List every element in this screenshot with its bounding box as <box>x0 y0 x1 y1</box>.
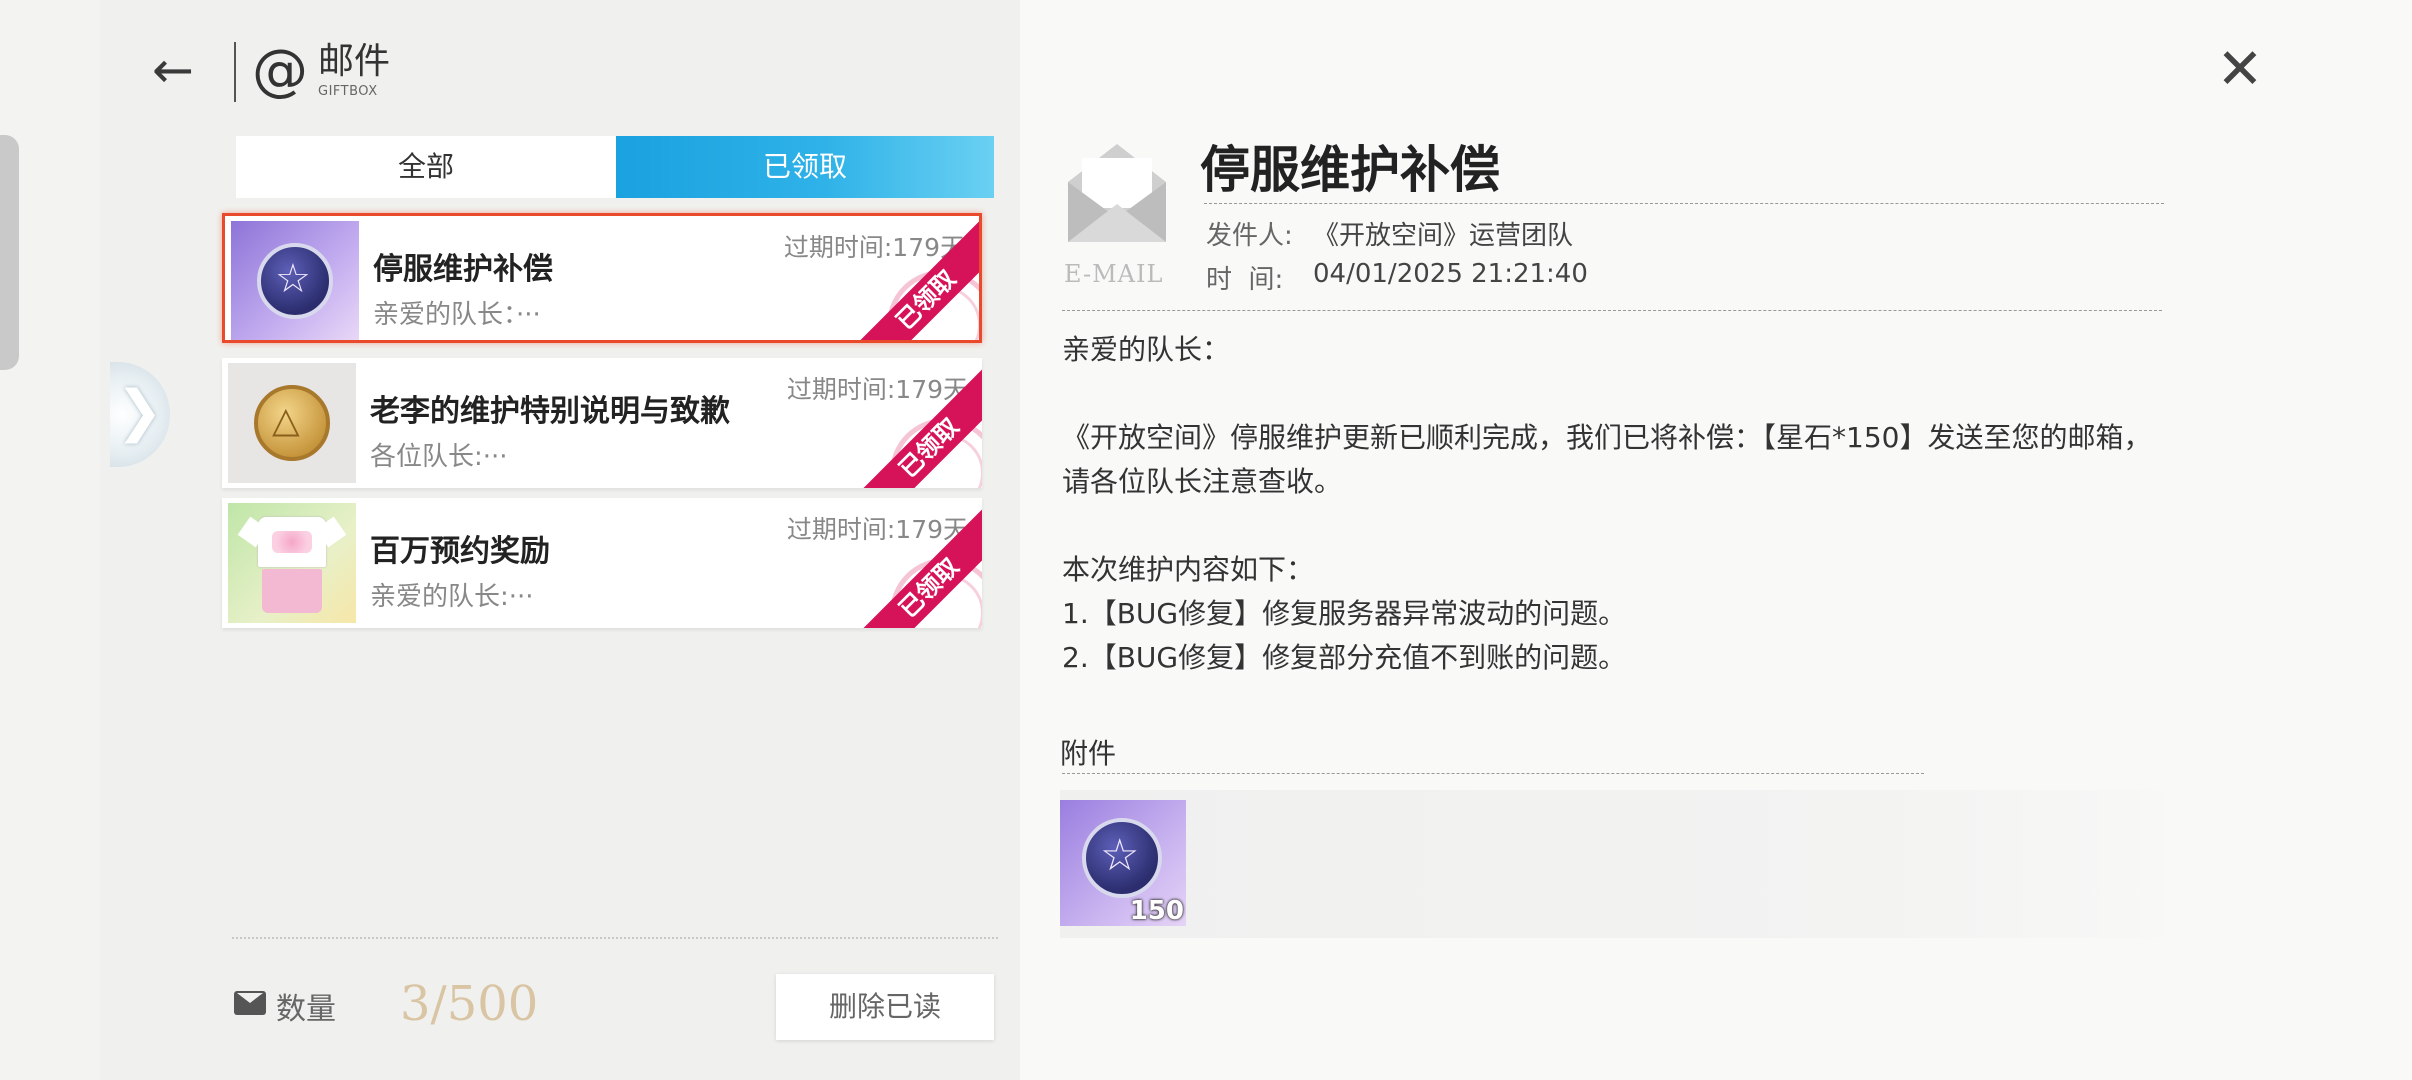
mail-detail-title: 停服维护补偿 <box>1200 140 1500 199</box>
mail-count-label: 数量 <box>276 992 336 1027</box>
mail-item[interactable]: △ 老李的维护特别说明与致歉 各位队长:··· 过期时间:179天 已领取 <box>222 358 982 488</box>
mail-expire-time: 过期时间:179天 <box>786 515 968 544</box>
outfit-icon <box>228 503 356 623</box>
mail-title: 百万预约奖励 <box>370 534 550 569</box>
mail-count-value: 3/500 <box>400 976 539 1032</box>
sender-value: 《开放空间》运营团队 <box>1313 221 1574 251</box>
star-glyph: ☆ <box>1100 830 1140 881</box>
mail-item[interactable]: ☆ 停服维护补偿 亲爱的队长：··· 过期时间:179天 已领取 <box>222 213 982 343</box>
mail-body: 亲爱的队长： 《开放空间》停服维护更新已顺利完成，我们已将补偿：【星石*150】… <box>1062 333 2152 674</box>
header-divider <box>234 42 236 102</box>
mail-preview: 亲爱的队长：··· <box>373 300 541 330</box>
at-icon: @ <box>252 38 308 103</box>
mail-item[interactable]: 百万预约奖励 亲爱的队长:··· 过期时间:179天 已领取 <box>222 498 982 628</box>
envelope-icon <box>234 991 266 1015</box>
attachments-label: 附件 <box>1060 737 1117 770</box>
envelope-open-icon <box>1064 138 1170 248</box>
mail-filter-tabs: 全部 已领取 <box>236 136 994 198</box>
star-coin-icon: ☆ <box>231 221 359 340</box>
mail-expire-time: 过期时间:179天 <box>786 375 968 404</box>
time-label: 时 间: <box>1206 265 1284 295</box>
mail-title: 老李的维护特别说明与致歉 <box>370 394 730 429</box>
delete-read-button[interactable]: 删除已读 <box>776 974 994 1040</box>
attachment-item[interactable]: ☆ 150 <box>1060 800 1186 926</box>
email-label: E-MAIL <box>1064 260 1164 288</box>
title-divider <box>1204 203 2164 204</box>
back-button[interactable]: ← <box>148 40 198 100</box>
tab-claimed[interactable]: 已领取 <box>616 136 994 198</box>
side-drawer-tab[interactable] <box>0 135 19 370</box>
mail-preview: 亲爱的队长:··· <box>370 582 534 612</box>
tab-all[interactable]: 全部 <box>236 136 616 198</box>
sender-label: 发件人: <box>1206 221 1293 251</box>
time-value: 04/01/2025 21:21:40 <box>1313 259 1588 289</box>
attachment-quantity: 150 <box>1129 896 1184 926</box>
mail-title: 停服维护补偿 <box>373 252 553 287</box>
attachments-divider <box>1062 773 1924 774</box>
mail-expire-time: 过期时间:179天 <box>783 233 965 262</box>
footer-divider <box>232 937 998 939</box>
mail-preview: 各位队长:··· <box>370 442 508 472</box>
gold-coin-icon: △ <box>228 363 356 483</box>
page-subtitle: GIFTBOX <box>318 84 378 99</box>
meta-divider <box>1062 310 2162 311</box>
close-button[interactable]: ✕ <box>2210 40 2270 100</box>
chevron-right-icon: ❯ <box>116 379 163 444</box>
attachments-area <box>1060 790 2164 938</box>
page-title: 邮件 <box>318 41 391 82</box>
